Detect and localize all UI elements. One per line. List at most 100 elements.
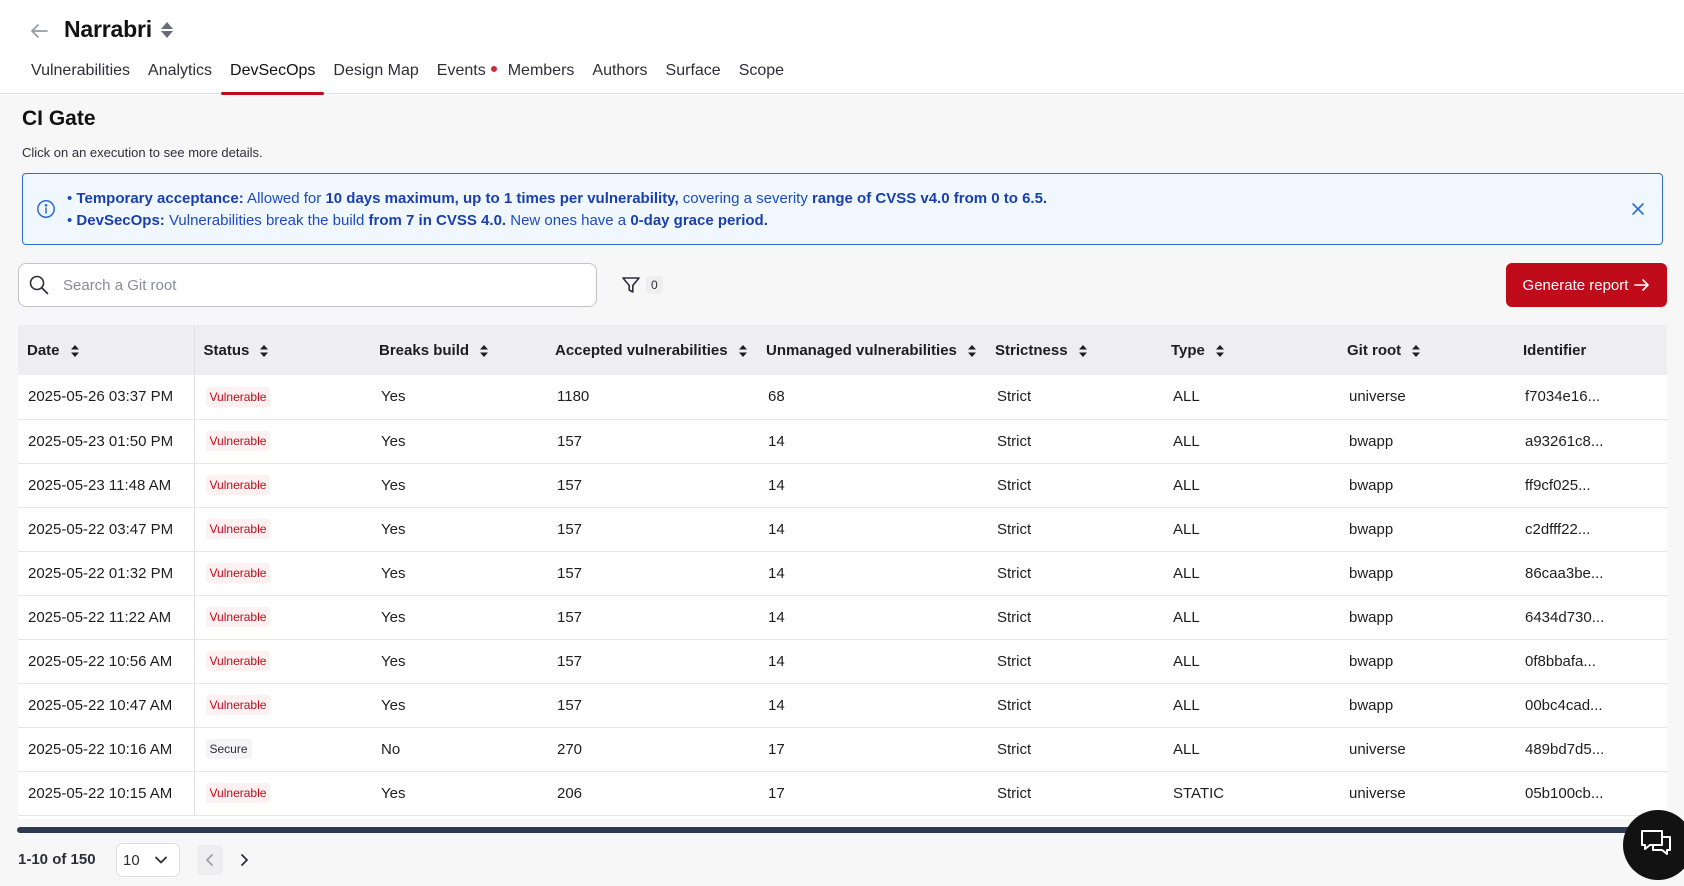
- tab-analytics[interactable]: Analytics: [139, 56, 221, 94]
- tab-label: DevSecOps: [230, 62, 316, 79]
- identifier-cell: c2dfff22...: [1514, 507, 1667, 552]
- sort-icon[interactable]: [479, 344, 489, 358]
- sort-icon[interactable]: [259, 344, 269, 358]
- breaks-build-cell: Yes: [370, 595, 546, 640]
- identifier-cell: ff9cf025...: [1514, 463, 1667, 508]
- sort-icon[interactable]: [1078, 344, 1088, 358]
- column-status[interactable]: Status: [194, 325, 370, 375]
- identifier-cell: f7034e16...: [1514, 375, 1667, 420]
- unmanaged-cell: 17: [757, 727, 986, 772]
- close-icon[interactable]: [1628, 199, 1648, 219]
- unmanaged-cell: 14: [757, 639, 986, 684]
- main-content: CI Gate Click on an execution to see mor…: [0, 95, 1684, 886]
- tab-authors[interactable]: Authors: [583, 56, 656, 94]
- next-page-button[interactable]: [232, 845, 258, 875]
- tab-scope[interactable]: Scope: [730, 56, 793, 94]
- tab-design-map[interactable]: Design Map: [324, 56, 427, 94]
- column-type[interactable]: Type: [1162, 325, 1338, 375]
- sort-icon[interactable]: [967, 344, 977, 358]
- table-row[interactable]: 2025-05-22 10:47 AM Vulnerable Yes 157 14 Str…: [18, 683, 1667, 728]
- table-header-row: Date Status Breaks build Accepted vulner…: [18, 325, 1667, 375]
- tab-surface[interactable]: Surface: [657, 56, 730, 94]
- status-badge: Secure: [205, 739, 252, 759]
- info-emphasis: 10 days maximum, up to 1 times per vulne…: [325, 190, 679, 207]
- tab-devsecops[interactable]: DevSecOps: [221, 56, 325, 95]
- column-label: Status: [203, 341, 250, 359]
- column-accepted-vulnerabilities[interactable]: Accepted vulnerabilities: [546, 325, 757, 375]
- status-cell: Vulnerable: [194, 639, 370, 684]
- search-input[interactable]: [63, 264, 583, 306]
- table-row[interactable]: 2025-05-22 01:32 PM Vulnerable Yes 157 14 Str…: [18, 551, 1667, 596]
- arrow-left-icon[interactable]: [27, 19, 51, 43]
- unmanaged-cell: 14: [757, 463, 986, 508]
- table-row[interactable]: 2025-05-22 10:56 AM Vulnerable Yes 157 14 Str…: [18, 639, 1667, 684]
- column-label: Accepted vulnerabilities: [555, 341, 728, 359]
- breaks-build-cell: Yes: [370, 419, 546, 464]
- column-unmanaged-vulnerabilities[interactable]: Unmanaged vulnerabilities: [757, 325, 986, 375]
- chevron-left-icon: [206, 854, 213, 866]
- table-row[interactable]: 2025-05-22 03:47 PM Vulnerable Yes 157 14 Str…: [18, 507, 1667, 552]
- arrow-right-icon: [1634, 279, 1650, 291]
- info-text: Vulnerabilities break the build: [164, 212, 369, 229]
- tab-vulnerabilities[interactable]: Vulnerabilities: [22, 56, 139, 94]
- tab-label: Vulnerabilities: [31, 62, 131, 79]
- previous-page-button[interactable]: [197, 845, 223, 875]
- strictness-cell: Strict: [986, 639, 1162, 684]
- info-label: Temporary acceptance:: [76, 190, 244, 207]
- page-size-select[interactable]: 10: [116, 843, 180, 877]
- table-row[interactable]: 2025-05-23 01:50 PM Vulnerable Yes 157 14 Str…: [18, 419, 1667, 464]
- identifier-cell: a93261c8...: [1514, 419, 1667, 464]
- info-emphasis: 0-day grace period.: [630, 212, 768, 229]
- column-date[interactable]: Date: [18, 325, 195, 375]
- strictness-cell: Strict: [986, 375, 1162, 420]
- filter-count-badge: 0: [646, 276, 663, 294]
- search-box: [18, 263, 597, 307]
- identifier-cell: 86caa3be...: [1514, 551, 1667, 596]
- sort-icon[interactable]: [1215, 344, 1225, 358]
- accepted-cell: 157: [546, 683, 757, 728]
- column-identifier: Identifier: [1514, 325, 1667, 375]
- column-label: Type: [1171, 341, 1205, 359]
- generate-report-button[interactable]: Generate report: [1506, 263, 1667, 307]
- tab-members[interactable]: Members: [499, 56, 584, 94]
- sort-icon[interactable]: [1411, 344, 1421, 358]
- notification-dot: [489, 65, 498, 73]
- table-row[interactable]: 2025-05-22 11:22 AM Vulnerable Yes 157 14 Str…: [18, 595, 1667, 640]
- devsecops-line: • DevSecOps: Vulnerabilities break the b…: [67, 212, 768, 229]
- type-cell: ALL: [1162, 463, 1338, 508]
- table-row[interactable]: 2025-05-22 10:15 AM Vulnerable Yes 206 17 Str…: [18, 771, 1667, 816]
- table-row[interactable]: 2025-05-26 03:37 PM Vulnerable Yes 1180 68 St…: [18, 375, 1667, 420]
- table-row[interactable]: 2025-05-23 11:48 AM Vulnerable Yes 157 14 Str…: [18, 463, 1667, 508]
- tab-events[interactable]: Events: [428, 56, 499, 94]
- status-cell: Vulnerable: [194, 375, 370, 420]
- table-row[interactable]: 2025-05-22 10:16 AM Secure No 270 17 Strict AL…: [18, 727, 1667, 772]
- status-cell: Secure: [194, 727, 370, 772]
- unmanaged-cell: 14: [757, 683, 986, 728]
- status-cell: Vulnerable: [194, 507, 370, 552]
- sort-icon[interactable]: [738, 344, 748, 358]
- chevron-down-icon: [155, 856, 167, 864]
- column-breaks-build[interactable]: Breaks build: [370, 325, 546, 375]
- tab-bar: Vulnerabilities Analytics DevSecOps Desi…: [22, 56, 793, 95]
- breaks-build-cell: Yes: [370, 771, 546, 816]
- filter-button[interactable]: 0: [620, 273, 663, 297]
- chevron-right-icon: [241, 854, 248, 866]
- column-strictness[interactable]: Strictness: [986, 325, 1162, 375]
- policy-info-banner: • Temporary acceptance: Allowed for 10 d…: [22, 173, 1663, 245]
- sort-icon[interactable]: [70, 344, 80, 358]
- type-cell: ALL: [1162, 551, 1338, 596]
- switch-project-icon[interactable]: [159, 20, 175, 40]
- column-git-root[interactable]: Git root: [1338, 325, 1514, 375]
- breaks-build-cell: Yes: [370, 551, 546, 596]
- horizontal-scrollbar[interactable]: [17, 827, 1667, 833]
- accepted-cell: 157: [546, 507, 757, 552]
- chat-support-button[interactable]: [1623, 810, 1684, 880]
- status-badge: Vulnerable: [205, 651, 271, 671]
- type-cell: ALL: [1162, 595, 1338, 640]
- date-cell: 2025-05-23 11:48 AM: [18, 463, 195, 508]
- column-label: Unmanaged vulnerabilities: [766, 341, 957, 359]
- date-cell: 2025-05-22 10:16 AM: [18, 727, 195, 772]
- column-label: Date: [27, 341, 60, 359]
- accepted-cell: 157: [546, 463, 757, 508]
- button-label: Generate report: [1522, 276, 1629, 294]
